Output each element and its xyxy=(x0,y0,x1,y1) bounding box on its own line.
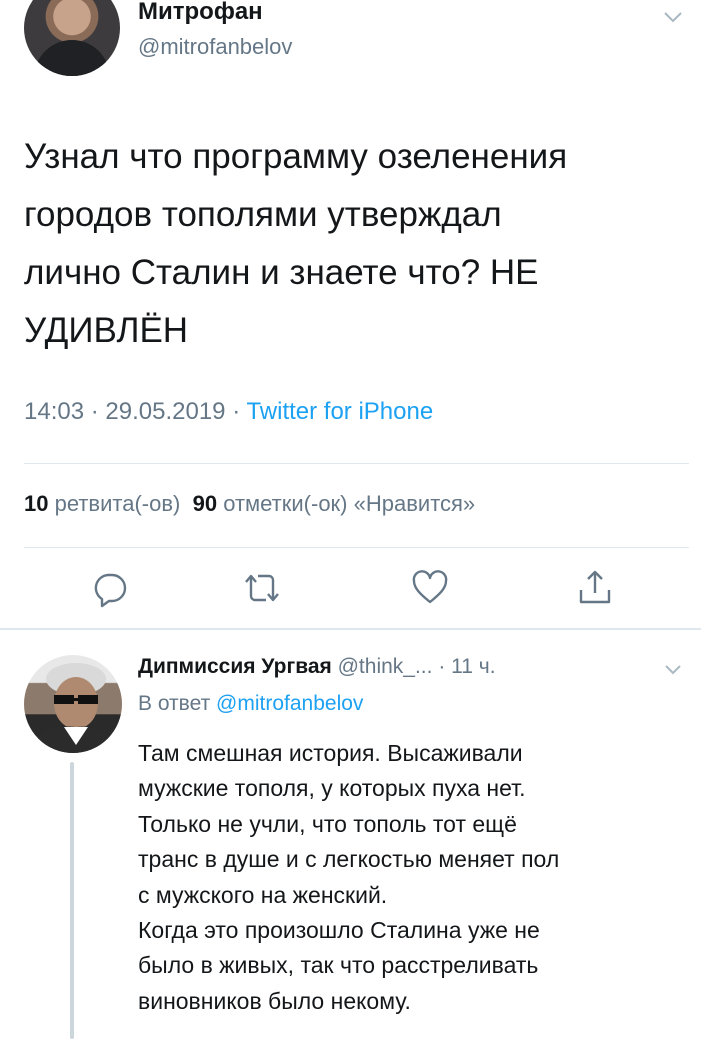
reply-text-line: мужские тополя, у которых пуха нет. xyxy=(138,775,526,802)
reply-prefix: В ответ xyxy=(138,692,211,715)
reply-text-line: Там смешная история. Высаживали xyxy=(138,740,523,766)
reply-text-line: виновников было некому. xyxy=(138,987,411,1014)
reply-text-line: с мужского на женский. xyxy=(138,881,388,908)
engagement-counts: 10 ретвита(-ов) 90 отметки(-ок) «Нравитс… xyxy=(24,491,475,517)
retweets-count: 10 xyxy=(24,491,49,516)
chevron-down-icon[interactable] xyxy=(664,664,682,676)
author-handle[interactable]: @mitrofanbelov xyxy=(138,34,292,60)
retweets-stat[interactable]: 10 ретвита(-ов) xyxy=(24,491,180,516)
avatar-shirt xyxy=(34,40,110,76)
author-name[interactable]: Митрофан xyxy=(138,0,263,26)
reply-text: Там смешная история. Высаживали мужские … xyxy=(138,736,683,1019)
retweet-icon[interactable] xyxy=(242,568,282,608)
tweet-date: 29.05.2019 xyxy=(105,398,226,425)
reply-icon[interactable] xyxy=(90,568,130,608)
reply-to-line: В ответ @mitrofanbelov xyxy=(138,692,363,716)
divider xyxy=(24,463,689,464)
divider xyxy=(24,547,689,548)
tweet-text-line: лично Сталин и знаете что? НЕ xyxy=(24,253,539,292)
reply-author-handle[interactable]: @think_... xyxy=(338,655,433,678)
tweet-text-line: Узнал что программу озеленения xyxy=(24,137,568,176)
reply-text-line: было в живых, так что расстреливать xyxy=(138,952,539,979)
author-avatar[interactable] xyxy=(24,0,120,76)
reply-author-avatar[interactable] xyxy=(24,655,122,753)
likes-count: 90 xyxy=(192,491,218,516)
tweet-time: 14:03 xyxy=(24,398,85,425)
meta-separator: · xyxy=(90,398,99,425)
reply-header: Дипмиссия Ургвая @think_... · 11 ч. xyxy=(138,655,496,679)
tweet-source-link[interactable]: Twitter for iPhone xyxy=(246,398,433,425)
reply-text-line: транс в душе и с легкостью меняет пол xyxy=(138,846,560,873)
reply-author-name[interactable]: Дипмиссия Ургвая xyxy=(138,655,332,678)
thread-line xyxy=(70,762,74,1039)
share-icon[interactable] xyxy=(575,568,615,608)
reply-text-line: Когда это произошло Сталина уже не xyxy=(138,917,540,944)
likes-stat[interactable]: 90 отметки(-ок) «Нравится» xyxy=(193,491,476,516)
like-icon[interactable] xyxy=(410,568,450,608)
tweet-text: Узнал что программу озеленения городов т… xyxy=(24,128,674,360)
section-separator xyxy=(0,628,701,630)
likes-label: отметки(-ок) «Нравится» xyxy=(223,491,476,516)
reply-avatar-image xyxy=(30,663,118,753)
reply-to-handle-link[interactable]: @mitrofanbelov xyxy=(216,692,363,715)
chevron-down-icon[interactable] xyxy=(663,10,683,24)
reply-time: · 11 ч. xyxy=(438,655,496,678)
reply-text-line: Только не учли, что тополь тот ещё xyxy=(138,810,517,837)
tweet-text-line: УДИВЛЁН xyxy=(24,311,189,350)
tweet-text-line: городов тополями утверждал xyxy=(24,195,502,234)
tweet-meta: 14:03 · 29.05.2019 · Twitter for iPhone xyxy=(24,398,433,426)
meta-separator: · xyxy=(232,398,241,425)
retweets-label: ретвита(-ов) xyxy=(54,491,181,516)
